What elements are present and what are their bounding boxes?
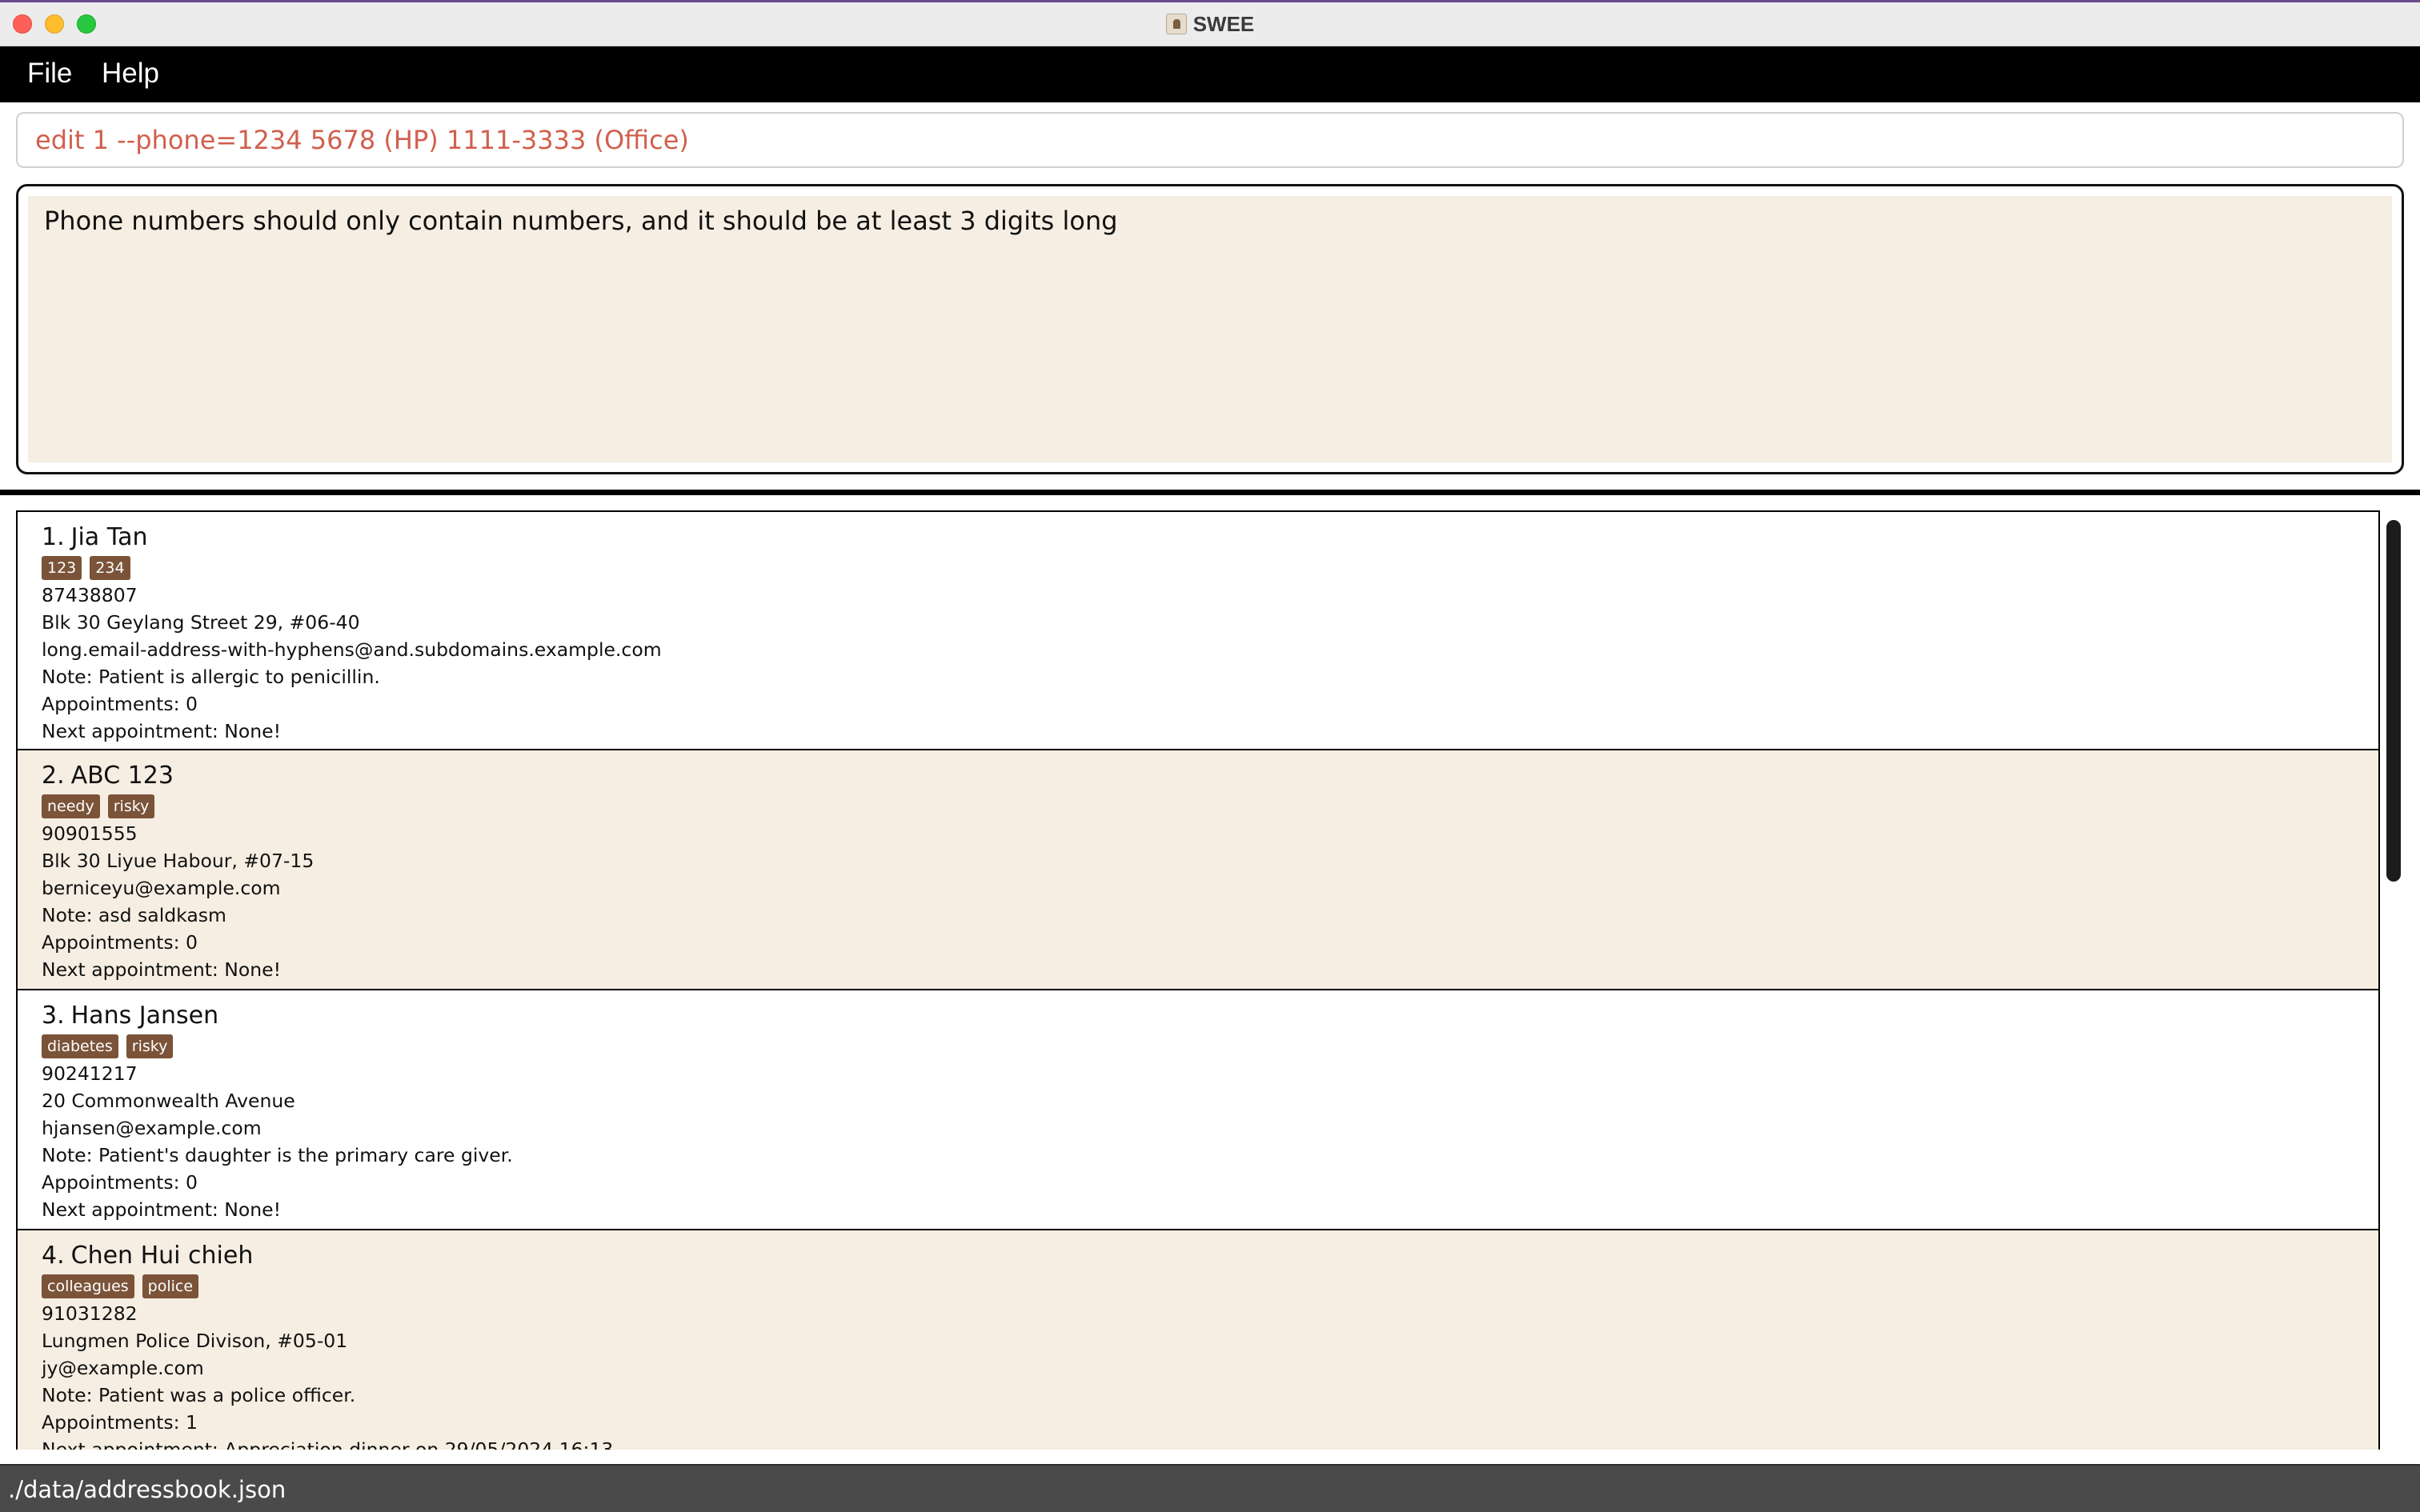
person-card[interactable]: 4. Chen Hui chieh colleagues police 91031282… — [16, 1230, 2380, 1450]
person-address: Blk 30 Geylang Street 29, #06-40 — [42, 611, 360, 634]
person-index: 3. — [42, 1002, 65, 1030]
tag-label: colleagues — [42, 1274, 134, 1298]
person-note: Note: Patient was a police officer. — [42, 1384, 356, 1406]
person-next-appointment: Next appointment: None! — [42, 1198, 282, 1221]
person-next-appointment: Next appointment: None! — [42, 958, 282, 981]
person-appointments: Appointments: 0 — [42, 693, 198, 715]
person-email: berniceyu@example.com — [42, 877, 281, 899]
tag-label: 234 — [90, 556, 130, 580]
person-phone: 90901555 — [42, 822, 138, 845]
person-email: jy@example.com — [42, 1357, 204, 1379]
address-book-icon — [1165, 14, 1187, 34]
window-titlebar: SWEE — [0, 0, 2420, 46]
window-title-text: SWEE — [1192, 12, 1255, 36]
window-title: SWEE — [0, 12, 2420, 37]
person-tags: diabetes risky — [42, 1033, 2354, 1060]
tag-label: risky — [107, 794, 155, 818]
tag-label: 123 — [42, 556, 82, 580]
person-address: Blk 30 Liyue Habour, #07-15 — [42, 850, 315, 872]
person-name-row: 1. Jia Tan — [42, 522, 2354, 554]
person-appointments: Appointments: 0 — [42, 1171, 198, 1194]
person-card[interactable]: 2. ABC 123 needy risky 90901555 Blk 30 Liyue … — [16, 750, 2380, 990]
person-address: 20 Commonwealth Avenue — [42, 1090, 295, 1112]
person-next-appointment: Next appointment: None! — [42, 720, 282, 742]
person-card[interactable]: 3. Hans Jansen diabetes risky 90241217 20 Com… — [16, 990, 2380, 1230]
menu-file[interactable]: File — [27, 58, 72, 90]
person-phone: 90241217 — [42, 1062, 138, 1085]
result-display: Phone numbers should only contain number… — [16, 184, 2404, 474]
scrollbar-thumb[interactable] — [2386, 520, 2401, 882]
person-email: long.email-address-with-hyphens@and.subd… — [42, 638, 662, 661]
person-next-appointment: Next appointment: Appreciation dinner on… — [42, 1438, 614, 1450]
person-note: Note: Patient's daughter is the primary … — [42, 1144, 513, 1166]
person-tags: needy risky — [42, 793, 2354, 820]
tag-label: needy — [42, 794, 100, 818]
menu-bar: File Help — [0, 46, 2420, 102]
person-note: Note: asd saldkasm — [42, 904, 226, 926]
person-index: 4. — [42, 1242, 65, 1270]
person-appointments: Appointments: 1 — [42, 1411, 198, 1434]
person-index: 2. — [42, 762, 65, 790]
tag-label: police — [142, 1274, 199, 1298]
result-message: Phone numbers should only contain number… — [28, 196, 2392, 462]
person-name-row: 3. Hans Jansen — [42, 1000, 2354, 1032]
person-note: Note: Patient is allergic to penicillin. — [42, 666, 380, 688]
status-bar: ./data/addressbook.json — [0, 1464, 2420, 1512]
command-input[interactable]: edit 1 --phone=1234 5678 (HP) 1111-3333 … — [16, 112, 2404, 168]
panel-divider[interactable] — [0, 490, 2420, 495]
person-address: Lungmen Police Divison, #05-01 — [42, 1330, 348, 1352]
person-tags: colleagues police — [42, 1273, 2354, 1300]
person-name: Hans Jansen — [70, 1002, 219, 1030]
person-name: ABC 123 — [70, 762, 174, 790]
tag-label: diabetes — [42, 1034, 118, 1058]
person-name: Jia Tan — [70, 523, 148, 551]
person-name: Chen Hui chieh — [70, 1242, 254, 1270]
person-name-row: 4. Chen Hui chieh — [42, 1240, 2354, 1272]
person-tags: 123 234 — [42, 554, 2354, 582]
person-phone: 91031282 — [42, 1302, 138, 1325]
person-list[interactable]: 1. Jia Tan 123 234 87438807 Blk 30 Geylang St… — [16, 510, 2380, 1450]
person-email: hjansen@example.com — [42, 1117, 262, 1139]
menu-help[interactable]: Help — [102, 58, 159, 90]
person-appointments: Appointments: 0 — [42, 931, 198, 954]
person-card[interactable]: 1. Jia Tan 123 234 87438807 Blk 30 Geylang St… — [16, 510, 2380, 750]
save-file-path: ./data/addressbook.json — [8, 1476, 286, 1503]
person-name-row: 2. ABC 123 — [42, 760, 2354, 792]
person-index: 1. — [42, 523, 65, 551]
person-phone: 87438807 — [42, 584, 138, 606]
tag-label: risky — [126, 1034, 174, 1058]
